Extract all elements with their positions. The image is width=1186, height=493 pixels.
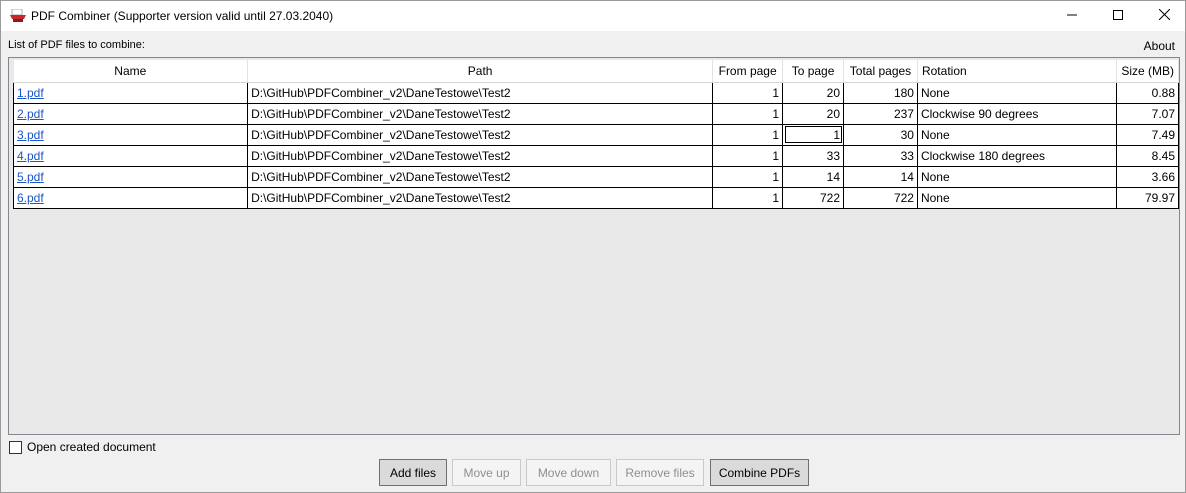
about-menu-item[interactable]: About xyxy=(1144,39,1175,53)
table-row[interactable]: 6.pdf D:\GitHub\PDFCombiner_v2\DaneTesto… xyxy=(12,186,1179,209)
pdf-files-grid: Name Path From page To page Total pages … xyxy=(8,57,1180,435)
cell-to-page[interactable]: 14 xyxy=(782,165,845,188)
cell-from-page[interactable]: 1 xyxy=(712,186,784,209)
cell-path: D:\GitHub\PDFCombiner_v2\DaneTestowe\Tes… xyxy=(247,81,714,104)
file-name-link[interactable]: 4.pdf xyxy=(17,149,44,163)
cell-path: D:\GitHub\PDFCombiner_v2\DaneTestowe\Tes… xyxy=(247,144,714,167)
cell-to-page[interactable]: 20 xyxy=(782,81,845,104)
cell-total-pages: 722 xyxy=(843,186,918,209)
close-button[interactable] xyxy=(1141,1,1186,31)
minimize-button[interactable] xyxy=(1049,1,1095,31)
cell-total-pages: 180 xyxy=(843,81,918,104)
cell-size: 8.45 xyxy=(1116,144,1179,167)
open-created-document-checkbox[interactable] xyxy=(9,440,22,454)
cell-size: 79.97 xyxy=(1116,186,1179,209)
cell-name[interactable]: 4.pdf xyxy=(12,144,249,167)
cell-to-page[interactable]: 33 xyxy=(782,144,845,167)
minimize-icon xyxy=(1067,9,1077,23)
cell-path: D:\GitHub\PDFCombiner_v2\DaneTestowe\Tes… xyxy=(247,186,714,209)
table-row[interactable]: 1.pdf D:\GitHub\PDFCombiner_v2\DaneTesto… xyxy=(12,81,1179,104)
cell-name[interactable]: 5.pdf xyxy=(12,165,249,188)
cell-path: D:\GitHub\PDFCombiner_v2\DaneTestowe\Tes… xyxy=(247,102,714,125)
cell-total-pages: 33 xyxy=(843,144,918,167)
cell-name[interactable]: 3.pdf xyxy=(12,123,249,146)
file-name-link[interactable]: 3.pdf xyxy=(17,128,44,142)
cell-path: D:\GitHub\PDFCombiner_v2\DaneTestowe\Tes… xyxy=(247,123,714,146)
column-header-to-page[interactable]: To page xyxy=(782,60,845,83)
open-created-document-option[interactable]: Open created document xyxy=(9,440,156,454)
window-title: PDF Combiner (Supporter version valid un… xyxy=(31,9,334,23)
cell-size: 7.49 xyxy=(1116,123,1179,146)
table-row[interactable]: 3.pdf D:\GitHub\PDFCombiner_v2\DaneTesto… xyxy=(12,123,1179,146)
cell-total-pages: 237 xyxy=(843,102,918,125)
app-window: PDF Combiner (Supporter version valid un… xyxy=(0,0,1186,493)
file-name-link[interactable]: 1.pdf xyxy=(17,86,44,100)
cell-to-page[interactable]: 20 xyxy=(782,102,845,125)
move-down-button[interactable]: Move down xyxy=(526,459,611,486)
column-header-name[interactable]: Name xyxy=(13,60,249,83)
cell-rotation[interactable]: Clockwise 90 degrees xyxy=(916,102,1118,125)
maximize-icon xyxy=(1113,9,1123,23)
column-header-rotation[interactable]: Rotation xyxy=(917,60,1118,83)
table-row[interactable]: 4.pdf D:\GitHub\PDFCombiner_v2\DaneTesto… xyxy=(12,144,1179,167)
cell-rotation[interactable]: Clockwise 180 degrees xyxy=(916,144,1118,167)
pdf-combiner-app-icon xyxy=(10,8,26,23)
cell-from-page[interactable]: 1 xyxy=(712,123,784,146)
cell-from-page[interactable]: 1 xyxy=(712,165,784,188)
maximize-button[interactable] xyxy=(1095,1,1141,31)
cell-size: 0.88 xyxy=(1116,81,1179,104)
file-list-label: List of PDF files to combine: xyxy=(8,39,145,51)
cell-total-pages: 30 xyxy=(843,123,918,146)
cell-from-page[interactable]: 1 xyxy=(712,81,784,104)
table-row[interactable]: 5.pdf D:\GitHub\PDFCombiner_v2\DaneTesto… xyxy=(12,165,1179,188)
close-icon xyxy=(1158,8,1170,23)
column-header-total-pages[interactable]: Total pages xyxy=(843,60,918,83)
cell-rotation[interactable]: None xyxy=(916,81,1118,104)
column-header-from-page[interactable]: From page xyxy=(712,60,784,83)
remove-files-button[interactable]: Remove files xyxy=(616,459,704,486)
combine-pdfs-button[interactable]: Combine PDFs xyxy=(710,459,809,486)
table-header-row: Name Path From page To page Total pages … xyxy=(13,60,1179,83)
move-up-button[interactable]: Move up xyxy=(452,459,521,486)
cell-name[interactable]: 1.pdf xyxy=(12,81,249,104)
cell-total-pages: 14 xyxy=(843,165,918,188)
cell-size: 7.07 xyxy=(1116,102,1179,125)
cell-to-page-editing[interactable]: 1 xyxy=(782,123,845,146)
cell-rotation[interactable]: None xyxy=(916,186,1118,209)
title-bar: PDF Combiner (Supporter version valid un… xyxy=(1,1,1185,31)
cell-name[interactable]: 2.pdf xyxy=(12,102,249,125)
cell-size: 3.66 xyxy=(1116,165,1179,188)
open-created-document-label: Open created document xyxy=(27,440,156,454)
pdf-files-table: Name Path From page To page Total pages … xyxy=(12,60,1179,209)
table-row[interactable]: 2.pdf D:\GitHub\PDFCombiner_v2\DaneTesto… xyxy=(12,102,1179,125)
add-files-button[interactable]: Add files xyxy=(379,459,447,486)
file-name-link[interactable]: 5.pdf xyxy=(17,170,44,184)
cell-path: D:\GitHub\PDFCombiner_v2\DaneTestowe\Tes… xyxy=(247,165,714,188)
cell-to-page[interactable]: 722 xyxy=(782,186,845,209)
column-header-size[interactable]: Size (MB) xyxy=(1116,60,1179,83)
file-name-link[interactable]: 6.pdf xyxy=(17,191,44,205)
file-name-link[interactable]: 2.pdf xyxy=(17,107,44,121)
cell-from-page[interactable]: 1 xyxy=(712,102,784,125)
cell-rotation[interactable]: None xyxy=(916,165,1118,188)
cell-rotation[interactable]: None xyxy=(916,123,1118,146)
column-header-path[interactable]: Path xyxy=(247,60,714,83)
cell-from-page[interactable]: 1 xyxy=(712,144,784,167)
cell-name[interactable]: 6.pdf xyxy=(12,186,249,209)
